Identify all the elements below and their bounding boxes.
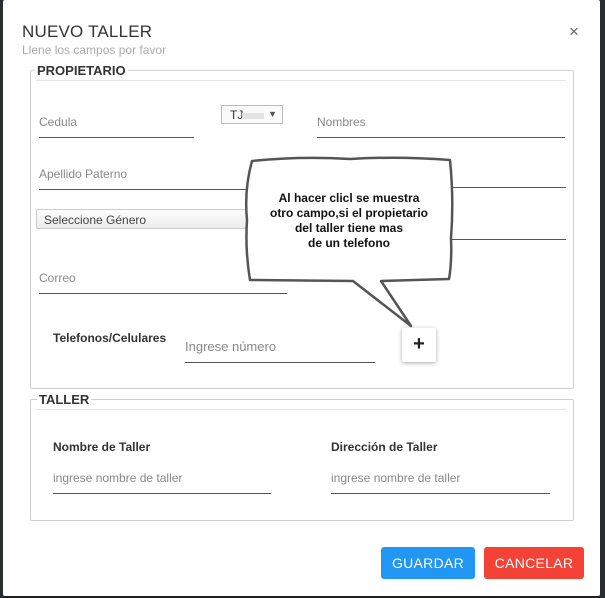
doc-type-select[interactable]: TJ ▼	[221, 105, 283, 124]
close-icon[interactable]: ×	[569, 22, 579, 42]
telefonos-label: Telefonos/Celulares	[53, 331, 167, 345]
cedula-field[interactable]	[39, 113, 194, 138]
nombre-taller-field[interactable]	[53, 469, 271, 494]
genero-select[interactable]: Seleccione Género	[36, 209, 286, 229]
propietario-divider	[36, 80, 566, 81]
correo-input[interactable]	[39, 271, 287, 294]
telefono-field[interactable]	[185, 338, 375, 363]
propietario-legend: PROPIETARIO	[35, 63, 128, 78]
callout-line: otro campo,si el propietario	[269, 206, 429, 220]
correo-field[interactable]	[39, 269, 287, 294]
nombres-input[interactable]	[317, 115, 565, 138]
direccion-taller-field[interactable]	[331, 469, 550, 494]
direccion-taller-input[interactable]	[331, 471, 550, 494]
callout-line: de un telefono	[308, 236, 390, 250]
genero-select-value: Seleccione Género	[44, 213, 147, 227]
apellido-paterno-input[interactable]	[39, 167, 249, 190]
cedula-input[interactable]	[39, 115, 194, 138]
callout-line: Al hacer clicl se muestra	[278, 191, 420, 205]
direccion-taller-label: Dirección de Taller	[331, 440, 438, 454]
nombres-field[interactable]	[317, 113, 565, 138]
cancel-button[interactable]: CANCELAR	[484, 547, 584, 579]
telefono-input[interactable]	[185, 339, 375, 363]
add-phone-button[interactable]: +	[402, 328, 436, 362]
backdrop-right	[600, 0, 605, 598]
callout-text: Al hacer clicl se muestra otro campo,si …	[255, 191, 443, 251]
hidden-field-underline	[440, 239, 566, 240]
chevron-down-icon: ▼	[268, 109, 277, 119]
doc-type-obscured	[242, 113, 264, 119]
apellido-materno-underline	[440, 187, 566, 188]
dialog-title: NUEVO TALLER	[22, 22, 153, 41]
taller-divider	[36, 409, 566, 410]
taller-legend: TALLER	[37, 392, 92, 407]
nombre-taller-label: Nombre de Taller	[53, 440, 151, 454]
nombre-taller-input[interactable]	[53, 471, 271, 494]
save-button[interactable]: GUARDAR	[381, 547, 475, 579]
apellido-paterno-field[interactable]	[39, 165, 249, 190]
callout-line: del taller tiene mas	[294, 221, 404, 235]
dialog-subtitle: Llene los campos por favor	[22, 43, 167, 57]
taller-section	[30, 399, 574, 521]
